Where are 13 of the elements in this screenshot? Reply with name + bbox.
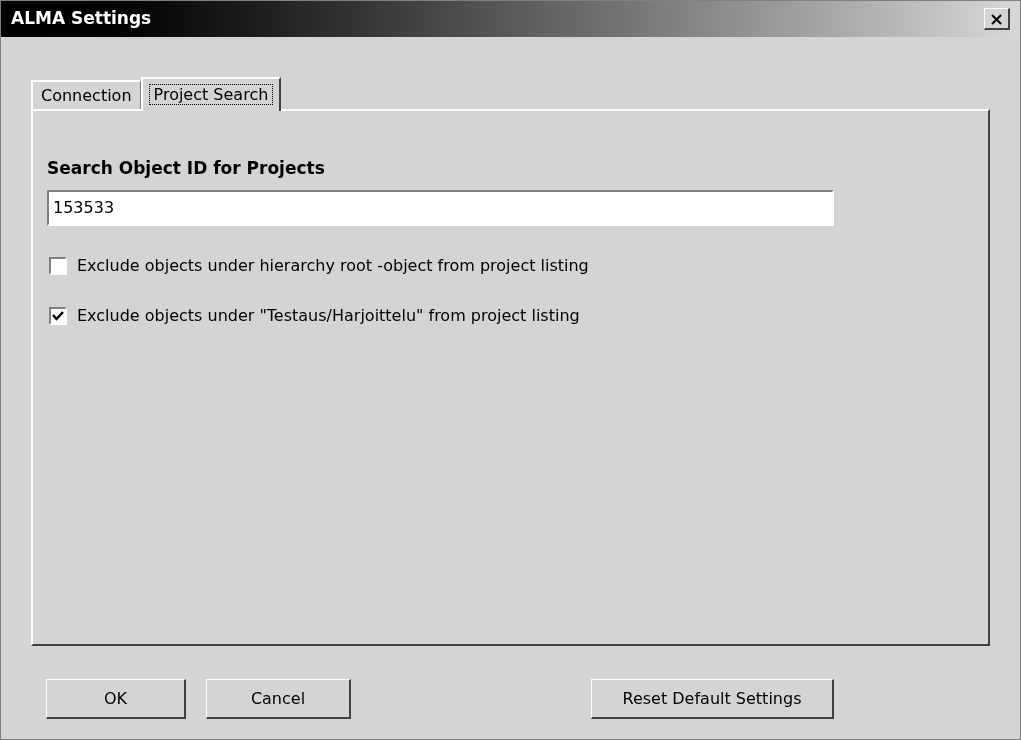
input-field[interactable]: 153533	[47, 189, 834, 226]
dialog-button[interactable]: Cancel	[206, 679, 351, 719]
checkbox-label: Exclude objects under hierarchy root -object from project listing	[77, 254, 589, 277]
checkbox-label: Exclude objects under "Testaus/Harjoittelu" from project listing	[77, 304, 580, 327]
dialog-button[interactable]: Reset Default Settings	[591, 679, 834, 719]
tab[interactable]: Project Search	[140, 77, 282, 111]
field-label: Search Object ID for Projects	[47, 157, 326, 180]
dialog-button[interactable]: OK	[46, 679, 186, 719]
tab[interactable]: Connection	[31, 80, 141, 109]
close-button[interactable]: ×	[984, 8, 1010, 30]
checkbox[interactable]	[49, 256, 67, 275]
checkbox[interactable]	[49, 306, 67, 325]
window-title: ALMA Settings	[11, 7, 152, 31]
